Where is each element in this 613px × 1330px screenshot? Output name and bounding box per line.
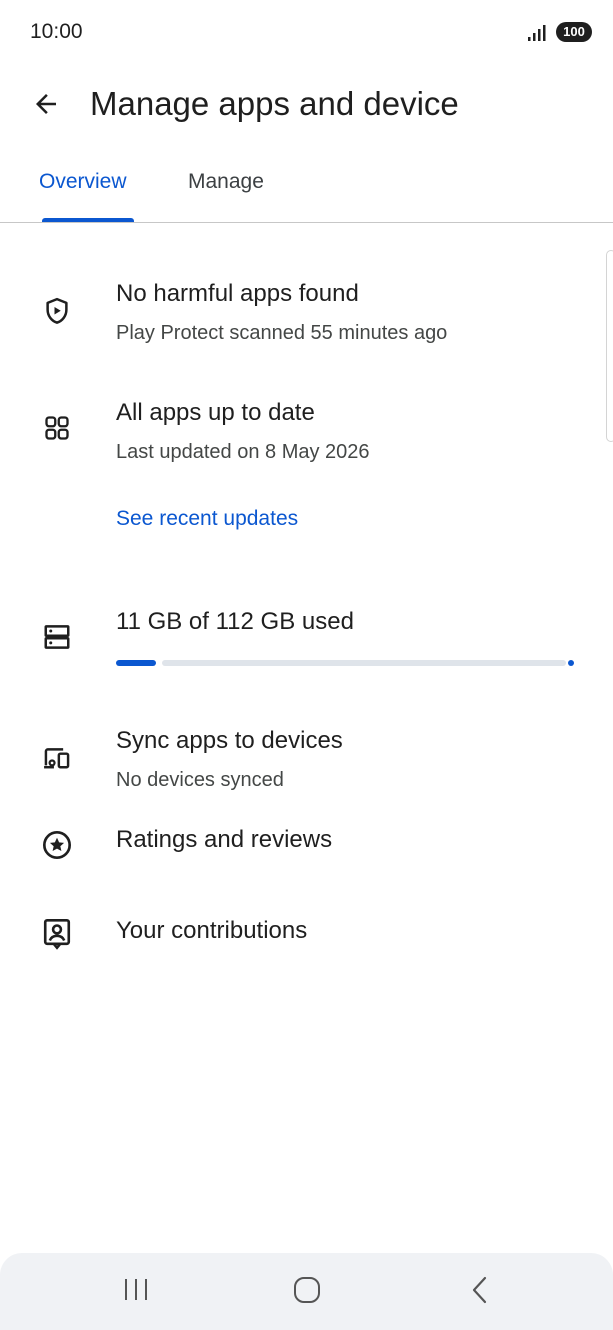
sync-title: Sync apps to devices xyxy=(116,727,343,754)
tab-overview[interactable]: Overview xyxy=(39,170,127,194)
status-time: 10:00 xyxy=(30,20,83,43)
storage-free-track xyxy=(162,660,566,666)
signal-icon xyxy=(528,25,546,41)
tab-bar: Overview Manage xyxy=(0,150,613,223)
arrow-back-icon xyxy=(36,94,56,114)
tab-manage[interactable]: Manage xyxy=(188,170,264,194)
recent-apps-icon xyxy=(125,1279,147,1300)
home-button[interactable] xyxy=(277,1267,337,1313)
contributions-icon xyxy=(38,915,76,953)
home-icon xyxy=(294,1277,320,1303)
storage-icon xyxy=(38,618,76,656)
protect-subtitle: Play Protect scanned 55 minutes ago xyxy=(116,322,448,344)
protect-title: No harmful apps found xyxy=(116,280,359,307)
shield-play-icon xyxy=(38,292,76,330)
updates-subtitle: Last updated on 8 May 2026 xyxy=(116,441,370,463)
devices-icon xyxy=(38,739,76,777)
updates-title: All apps up to date xyxy=(116,399,315,426)
storage-progress-bar xyxy=(116,660,574,667)
status-bar: 10:00 100 xyxy=(0,0,613,66)
sync-subtitle: No devices synced xyxy=(116,769,284,791)
sync-row[interactable]: Sync apps to devices No devices synced xyxy=(0,727,613,807)
play-protect-row[interactable]: No harmful apps found Play Protect scann… xyxy=(0,280,613,360)
updates-row[interactable]: All apps up to date Last updated on 8 Ma… xyxy=(0,399,613,479)
battery-badge: 100 xyxy=(556,22,592,42)
chevron-left-icon xyxy=(472,1276,487,1304)
storage-used-fill xyxy=(116,660,156,666)
apps-grid-icon xyxy=(38,409,76,447)
recent-apps-button[interactable] xyxy=(106,1267,166,1313)
ratings-row[interactable]: Ratings and reviews xyxy=(0,826,613,870)
storage-end-dot xyxy=(568,660,574,666)
system-back-button[interactable] xyxy=(450,1267,510,1313)
contributions-row[interactable]: Your contributions xyxy=(0,915,613,959)
ratings-title: Ratings and reviews xyxy=(116,826,333,853)
page-title: Manage apps and device xyxy=(90,85,459,122)
tab-indicator xyxy=(42,218,134,222)
manage-apps-screen: 10:00 100 Manage apps and device Overvie… xyxy=(0,0,613,1330)
star-circle-icon xyxy=(38,826,76,864)
storage-title: 11 GB of 112 GB used xyxy=(116,608,354,635)
contributions-title: Your contributions xyxy=(116,917,308,944)
storage-row[interactable]: 11 GB of 112 GB used xyxy=(0,608,613,678)
system-nav-bar xyxy=(0,1253,613,1330)
see-recent-updates-link[interactable]: See recent updates xyxy=(116,507,298,531)
back-button[interactable] xyxy=(24,82,68,126)
